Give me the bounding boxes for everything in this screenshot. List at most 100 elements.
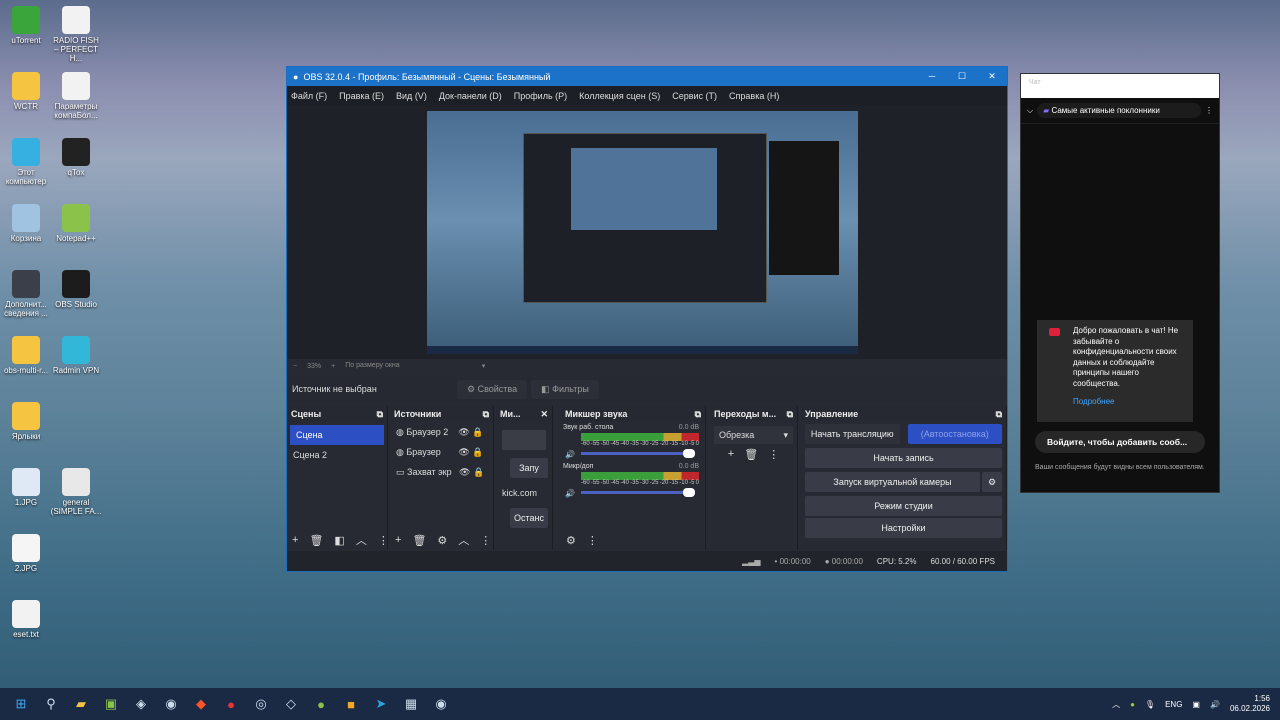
chat-filter-select[interactable]: ▰ Самые активные поклонники: [1037, 103, 1201, 118]
desktop-icon[interactable]: RADIO FISH – PERFECT H...: [50, 6, 102, 63]
add-transition-button[interactable]: +: [728, 448, 734, 461]
app-icon[interactable]: ▦: [396, 696, 426, 712]
settings-button[interactable]: Настройки: [805, 518, 1002, 538]
menu-item[interactable]: Док-панели (D): [439, 91, 502, 101]
desktop-icon[interactable]: 1.JPG: [0, 468, 52, 507]
studio-mode-button[interactable]: Режим студии: [805, 496, 1002, 516]
volume-slider[interactable]: [581, 449, 695, 458]
obs-taskbar-icon[interactable]: ◉: [426, 696, 456, 712]
transition-select[interactable]: Обрезка ▾: [714, 426, 793, 444]
move-up-button[interactable]: ︿: [356, 532, 367, 548]
source-settings-button[interactable]: ⚙: [437, 534, 447, 547]
maximize-button[interactable]: ☐: [947, 71, 977, 82]
brave-icon[interactable]: ◆: [186, 696, 216, 712]
menu-item[interactable]: Вид (V): [396, 91, 427, 101]
desktop-icon[interactable]: general (SIMPLE FA...: [50, 468, 102, 516]
desktop-icon[interactable]: Radmin VPN: [50, 336, 102, 375]
source-item[interactable]: ◍ Браузер 👁 🔒: [390, 442, 493, 462]
source-item[interactable]: ◍ Браузер 2 👁 🔒: [390, 422, 493, 442]
tray-chevron-icon[interactable]: ︿: [1112, 699, 1120, 710]
undock-icon[interactable]: ⧉: [996, 409, 1002, 420]
desktop-icon[interactable]: Параметры компаБол...: [50, 72, 102, 120]
desktop-icon[interactable]: Корзина: [0, 204, 52, 243]
login-to-chat-button[interactable]: Войдите, чтобы добавить сооб...: [1035, 431, 1205, 453]
source-item[interactable]: ▭ Захват экр 👁 🔒: [390, 462, 493, 482]
desktop-icon[interactable]: OBS Studio: [50, 270, 102, 309]
volume-slider[interactable]: [581, 488, 695, 497]
desktop-icon[interactable]: Этот компьютер: [0, 138, 52, 186]
app-icon[interactable]: ●: [216, 697, 246, 712]
scene-item[interactable]: Сцена: [290, 425, 384, 445]
speaker-icon[interactable]: 🔊: [565, 450, 575, 459]
virtual-camera-button[interactable]: Запуск виртуальной камеры: [805, 472, 980, 492]
app-icon[interactable]: ●: [306, 697, 336, 712]
more-link[interactable]: Подробнее: [1073, 397, 1185, 408]
properties-button[interactable]: ⚙ Свойства: [457, 379, 528, 399]
more-icon[interactable]: ⋮: [1205, 106, 1213, 115]
desktop-icon[interactable]: 2.JPG: [0, 534, 52, 573]
virtual-camera-settings-icon[interactable]: ⚙: [982, 472, 1002, 492]
menu-item[interactable]: Файл (F): [291, 91, 327, 101]
close-icon[interactable]: ✕: [540, 409, 548, 420]
menu-item[interactable]: Сервис (T): [672, 91, 717, 101]
desktop-icon[interactable]: Notepad++: [50, 204, 102, 243]
more-icon[interactable]: ⋮: [768, 448, 779, 461]
start-stream-button[interactable]: Начать трансляцию: [805, 424, 900, 444]
menu-item[interactable]: Справка (H): [729, 91, 779, 101]
desktop-icon[interactable]: uTorrent: [0, 6, 52, 45]
zoom-in-button[interactable]: +: [331, 363, 335, 370]
more-icon[interactable]: ⋮: [587, 534, 598, 547]
preview-canvas[interactable]: [427, 111, 858, 354]
desktop-icon[interactable]: qTox: [50, 138, 102, 177]
scene-item[interactable]: Сцена 2: [287, 445, 387, 465]
remove-scene-button[interactable]: 🗑: [309, 534, 323, 547]
tray-app-icon[interactable]: ●: [1130, 700, 1135, 709]
minimize-button[interactable]: ─: [917, 71, 947, 82]
start-icon[interactable]: ⊞: [6, 696, 36, 712]
clock[interactable]: 1:56 06.02.2026: [1230, 694, 1270, 714]
filters-button[interactable]: ◧ Фильтры: [531, 379, 599, 399]
advanced-audio-icon[interactable]: ⚙: [566, 534, 576, 547]
add-source-button[interactable]: +: [395, 534, 401, 546]
language-indicator[interactable]: ENG: [1165, 700, 1182, 709]
telegram-icon[interactable]: ➤: [366, 696, 396, 712]
undock-icon[interactable]: ⧉: [377, 409, 383, 420]
zoom-out-button[interactable]: −: [293, 363, 297, 370]
move-up-button[interactable]: ︿: [458, 532, 469, 548]
undock-icon[interactable]: ⧉: [483, 409, 489, 420]
steam-icon[interactable]: ◎: [246, 696, 276, 712]
more-icon[interactable]: ⋮: [480, 534, 491, 547]
menu-item[interactable]: Правка (E): [339, 91, 384, 101]
undock-icon[interactable]: ⧉: [787, 409, 793, 420]
desktop-icon[interactable]: Дополнит... сведения ...: [0, 270, 52, 318]
notepadpp-icon[interactable]: ▣: [96, 696, 126, 712]
app-icon[interactable]: ◉: [156, 696, 186, 712]
add-scene-button[interactable]: +: [292, 534, 298, 546]
desktop-icon[interactable]: obs-multi-r...: [0, 336, 52, 375]
volume-icon[interactable]: 🔊: [1210, 700, 1220, 709]
start-record-button[interactable]: Начать запись: [805, 448, 1002, 468]
more-icon[interactable]: ⋮: [378, 534, 389, 547]
remove-transition-button[interactable]: 🗑: [744, 448, 758, 461]
speaker-icon[interactable]: 🔊: [565, 489, 575, 498]
zoom-mode-select[interactable]: По размеру окна ▾: [345, 362, 485, 370]
desktop-icon[interactable]: WCTR: [0, 72, 52, 111]
desktop-icon[interactable]: Ярлыки: [0, 402, 52, 441]
chevron-down-icon[interactable]: ⌵: [1027, 106, 1033, 116]
stop-button[interactable]: Останс: [510, 508, 548, 528]
app-icon[interactable]: ◇: [276, 696, 306, 712]
menu-item[interactable]: Профиль (P): [514, 91, 567, 101]
menu-item[interactable]: Коллекция сцен (S): [579, 91, 660, 101]
start-button[interactable]: Запу: [510, 458, 548, 478]
app-icon[interactable]: ■: [336, 697, 366, 712]
close-button[interactable]: ✕: [977, 71, 1007, 82]
desktop-icon[interactable]: eset.txt: [0, 600, 52, 639]
undock-icon[interactable]: ⧉: [695, 409, 701, 420]
search-icon[interactable]: ⚲: [36, 696, 66, 712]
network-icon[interactable]: ▣: [1192, 700, 1200, 709]
microphone-icon[interactable]: 🎙: [1145, 700, 1155, 709]
app-icon[interactable]: ◈: [126, 696, 156, 712]
file-explorer-icon[interactable]: ▰: [66, 696, 96, 712]
auto-stop-button[interactable]: (Автоостановка): [907, 424, 1002, 444]
scene-filters-button[interactable]: ◧: [334, 534, 344, 547]
